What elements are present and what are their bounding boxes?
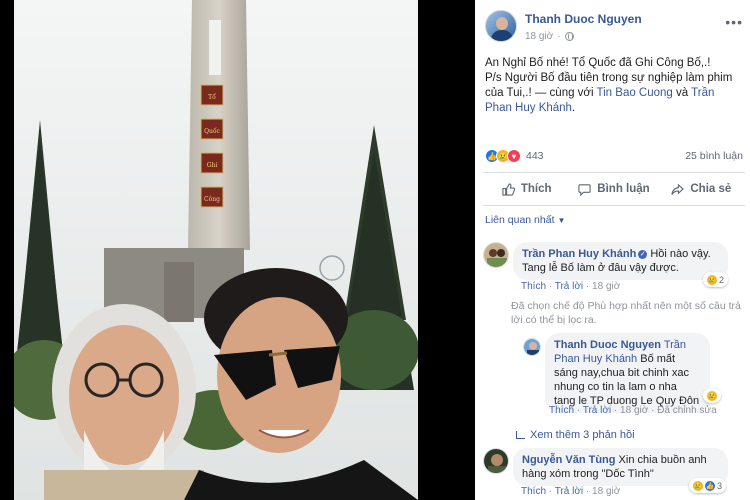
tag-end: . — [571, 102, 576, 114]
author-name[interactable]: Thanh Duoc Nguyen — [525, 12, 642, 26]
sad-reaction-icon: 😢 — [693, 480, 703, 491]
reply-reactions[interactable]: 😢 — [703, 388, 721, 403]
post-time[interactable]: 18 giờ — [525, 31, 553, 42]
comment-icon — [578, 183, 591, 196]
view-more-replies-link[interactable]: Xem thêm 3 phản hồi — [516, 429, 635, 441]
sad-reaction-icon: 😢 — [707, 390, 717, 401]
post-meta: 18 giờ · — [525, 31, 574, 42]
reply-like-link[interactable]: Thích — [549, 405, 574, 416]
tag-link-1[interactable]: Tin Bao Cuong — [597, 87, 673, 99]
reply-actions: Thích · Trả lời · 18 giờ · Đã chỉnh sửa — [549, 405, 717, 416]
comment-reaction-count-2: 3 — [717, 480, 723, 491]
love-reaction-icon: ♥ — [507, 149, 521, 163]
share-label: Chia sẻ — [690, 183, 732, 195]
comment-like-link[interactable]: Thích — [521, 281, 546, 292]
comment-like-link-2[interactable]: Thích — [521, 486, 546, 497]
selfie-image: Tổ Quốc Ghi Công — [14, 0, 418, 500]
post-side-panel: Thanh Duoc Nguyen 18 giờ · ••• An Nghỉ B… — [475, 0, 750, 500]
post-actions: Thích Bình luận Chia sẻ — [483, 172, 745, 206]
sort-label: Liên quan nhất — [485, 214, 555, 226]
comment-reply-link[interactable]: Trả lời — [555, 281, 583, 292]
reaction-icons[interactable]: 👍 😢 ♥ — [485, 149, 521, 163]
comment-reaction-count: 2 — [719, 274, 725, 285]
author-avatar[interactable] — [485, 10, 517, 42]
comment-time[interactable]: 18 giờ — [592, 281, 620, 292]
commenter-name-2[interactable]: Nguyễn Văn Tùng — [522, 454, 616, 466]
chevron-down-icon: ▼ — [557, 215, 566, 225]
monument-char-4: Công — [204, 196, 220, 203]
reply-edited[interactable]: Đã chỉnh sửa — [657, 405, 717, 416]
post-caption: An Nghỉ Bố nhé! Tổ Quốc đã Ghi Công Bố,.… — [485, 56, 743, 116]
globe-icon[interactable] — [564, 32, 574, 41]
reply-time[interactable]: 18 giờ — [620, 405, 648, 416]
photo-viewer: Tổ Quốc Ghi Công — [0, 0, 475, 500]
like-button[interactable]: Thích — [483, 173, 570, 205]
like-reaction-icon: 👍 — [705, 480, 715, 491]
reply-author[interactable]: Thanh Duoc Nguyen — [554, 339, 661, 351]
comment-button[interactable]: Bình luận — [570, 173, 657, 205]
verified-icon: ✓ — [638, 250, 648, 259]
like-label: Thích — [520, 183, 552, 195]
comment-sort-dropdown[interactable]: Liên quan nhất ▼ — [485, 214, 565, 226]
reply-bubble: Thanh Duoc Nguyen Trần Phan Huy Khánh Bố… — [545, 333, 710, 413]
comment-reactions[interactable]: 😢 2 — [703, 272, 729, 287]
share-icon — [671, 183, 685, 195]
share-button[interactable]: Chia sẻ — [658, 173, 745, 205]
filter-note: Đã chọn chế độ Phù hợp nhất nên một số c… — [511, 300, 741, 326]
comment-bubble: Trần Phan Huy Khánh ✓ Hồi nào vậy. Tang l… — [513, 242, 728, 280]
reply-arrow-icon — [516, 431, 525, 439]
monument-char-2: Quốc — [204, 128, 220, 135]
comment-actions-2: Thích · Trả lời · 18 giờ — [521, 486, 621, 497]
commenter-avatar[interactable] — [483, 242, 509, 268]
post-header: Thanh Duoc Nguyen 18 giờ · ••• — [485, 10, 745, 46]
comment-reactions-2[interactable]: 😢 👍 3 — [689, 478, 727, 493]
more-replies-label: Xem thêm 3 phản hồi — [530, 429, 635, 441]
reaction-count[interactable]: 443 — [526, 150, 544, 162]
comment-actions: Thích · Trả lời · 18 giờ — [521, 281, 621, 292]
post-photo[interactable]: Tổ Quốc Ghi Công — [14, 0, 418, 500]
comment-label: Bình luận — [597, 183, 650, 195]
comment-reply-link-2[interactable]: Trả lời — [555, 486, 583, 497]
more-options-icon[interactable]: ••• — [725, 14, 743, 30]
monument-char-1: Tổ — [208, 94, 216, 101]
comment-count[interactable]: 25 bình luận — [685, 150, 743, 162]
tag-joiner: và — [672, 87, 692, 99]
reply-avatar[interactable] — [523, 338, 541, 356]
reply-reply-link[interactable]: Trả lời — [583, 405, 611, 416]
thumbs-up-icon — [502, 182, 515, 196]
sad-reaction-icon: 😢 — [707, 274, 717, 285]
comment-time-2[interactable]: 18 giờ — [592, 486, 620, 497]
caption-line-1: An Nghỉ Bố nhé! Tổ Quốc đã Ghi Công Bố,.… — [485, 57, 711, 69]
reactions-summary: 👍 😢 ♥ 443 25 bình luận — [485, 148, 743, 164]
commenter-name[interactable]: Trần Phan Huy Khánh — [522, 248, 636, 260]
commenter-avatar-2[interactable] — [483, 448, 509, 474]
monument-char-3: Ghi — [207, 162, 218, 169]
